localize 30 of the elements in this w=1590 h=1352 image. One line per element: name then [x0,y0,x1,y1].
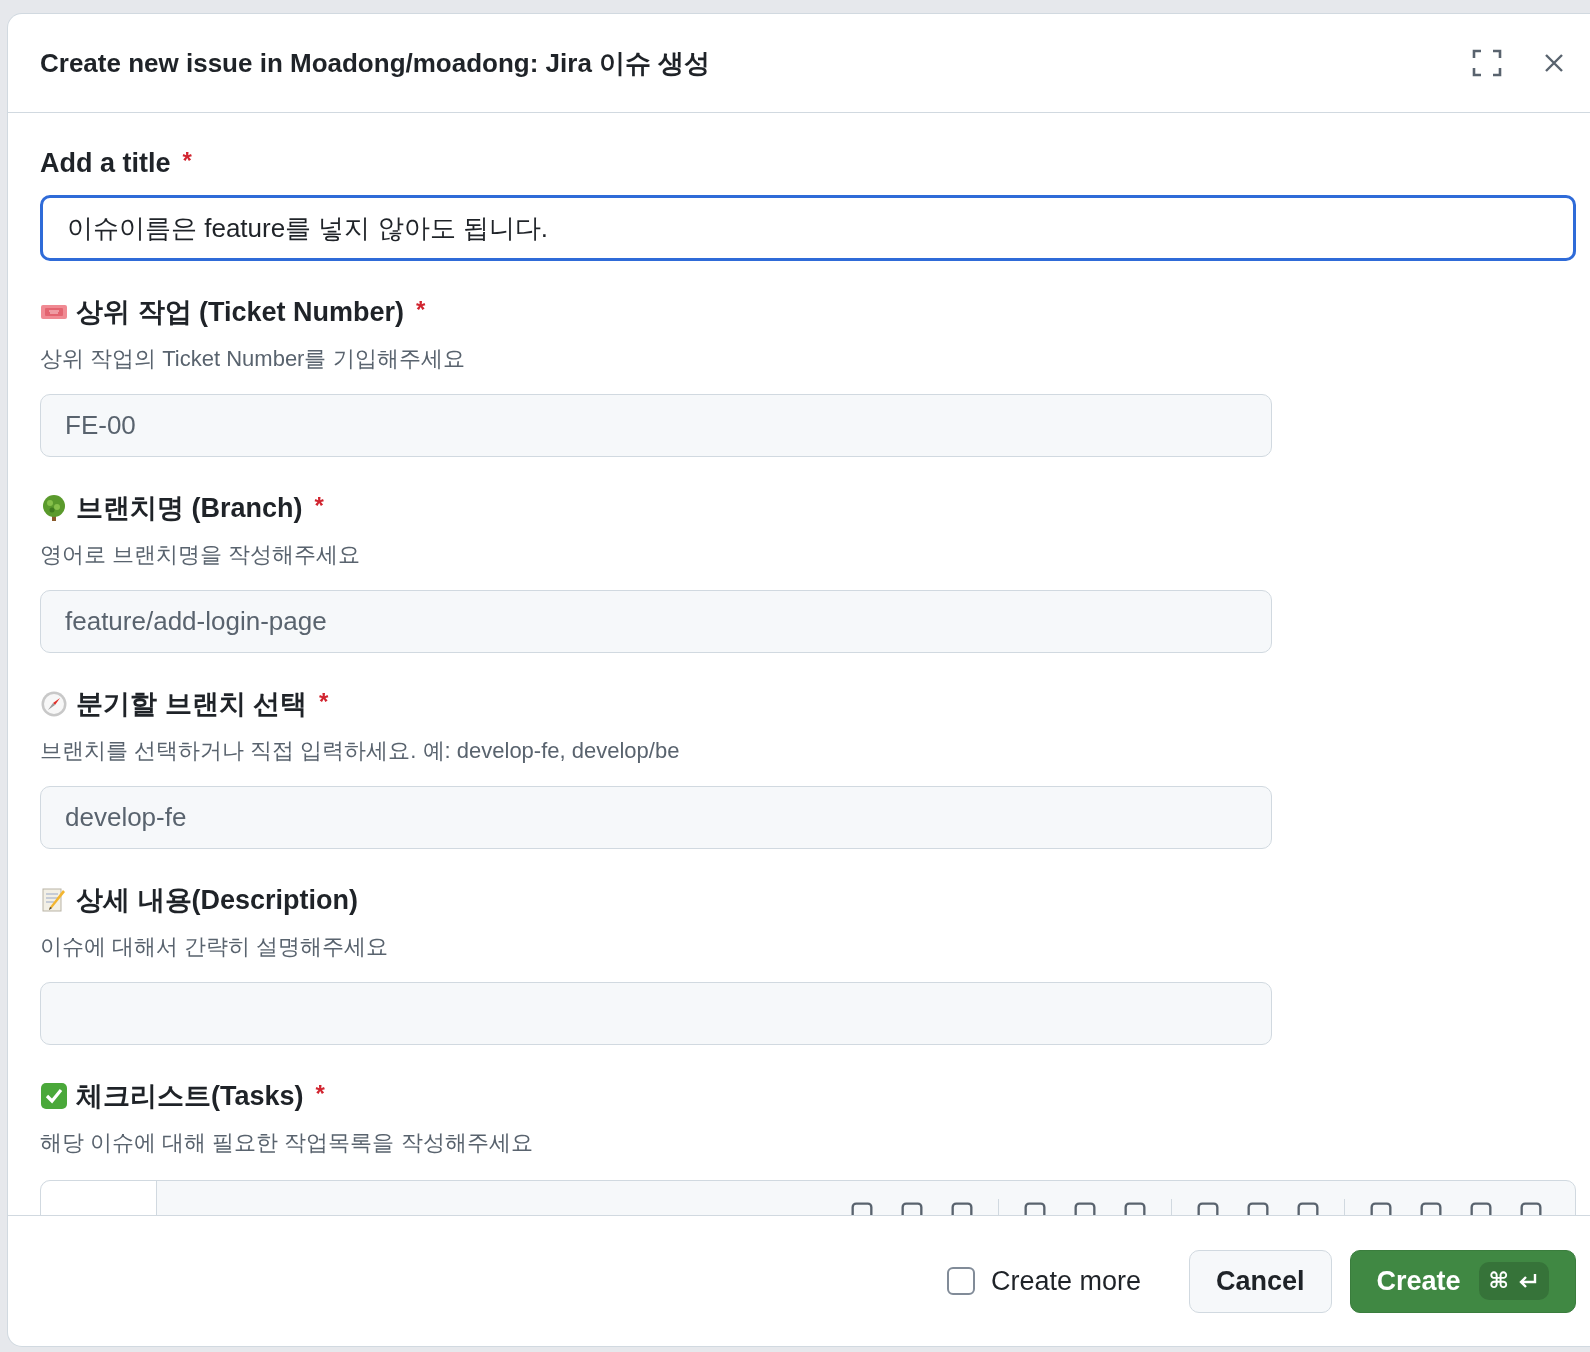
field-label: 브랜치명 (Branch) [76,492,303,525]
input-field[interactable] [40,982,1272,1045]
dialog-title: Create new issue in Moadong/moadong: Jira 이슈 생성 [40,46,712,80]
title-field[interactable]: 이슈이름은 feature를 넣지 않아도 됩니다. [40,195,1576,261]
command-key: ⌘ [1488,1268,1509,1294]
field-description: 상위 작업의 Ticket Number를 기입해주세요 [40,345,466,373]
required-mark: * [416,296,426,324]
field-label: Add a title [40,147,171,179]
create-more-checkbox[interactable]: Create more [946,1265,1141,1297]
tree-icon [40,494,68,522]
required-mark: * [315,1080,325,1108]
field-description: 브랜치를 선택하거나 직접 입력하세요. 예: develop-fe, develop/be [40,737,681,765]
field-label: 상세 내용(Description) [76,884,358,917]
required-mark: * [319,688,329,716]
input-field[interactable]: develop-fe [40,786,1272,849]
memo-icon [40,886,68,914]
cancel-button[interactable]: Cancel [1189,1249,1332,1313]
field-description: 이슈에 대해서 간략히 설명해주세요 [40,933,390,961]
field-label: 체크리스트(Tasks) [76,1080,304,1113]
required-mark: * [182,147,192,175]
field-label: 분기할 브랜치 선택 [76,688,307,721]
field-label: 상위 작업 (Ticket Number) [76,296,405,329]
input-field[interactable]: FE-00 [40,394,1272,457]
create-button[interactable]: Create ⌘ [1349,1249,1576,1313]
input-field[interactable]: feature/add-login-page [40,590,1272,653]
checkmark-icon [40,1082,68,1110]
field-description: 영어로 브랜치명을 작성해주세요 [40,541,362,569]
required-mark: * [314,492,324,520]
field-description: 해당 이슈에 대해 필요한 작업목록을 작성해주세요 [40,1129,534,1157]
compass-icon [40,690,68,718]
